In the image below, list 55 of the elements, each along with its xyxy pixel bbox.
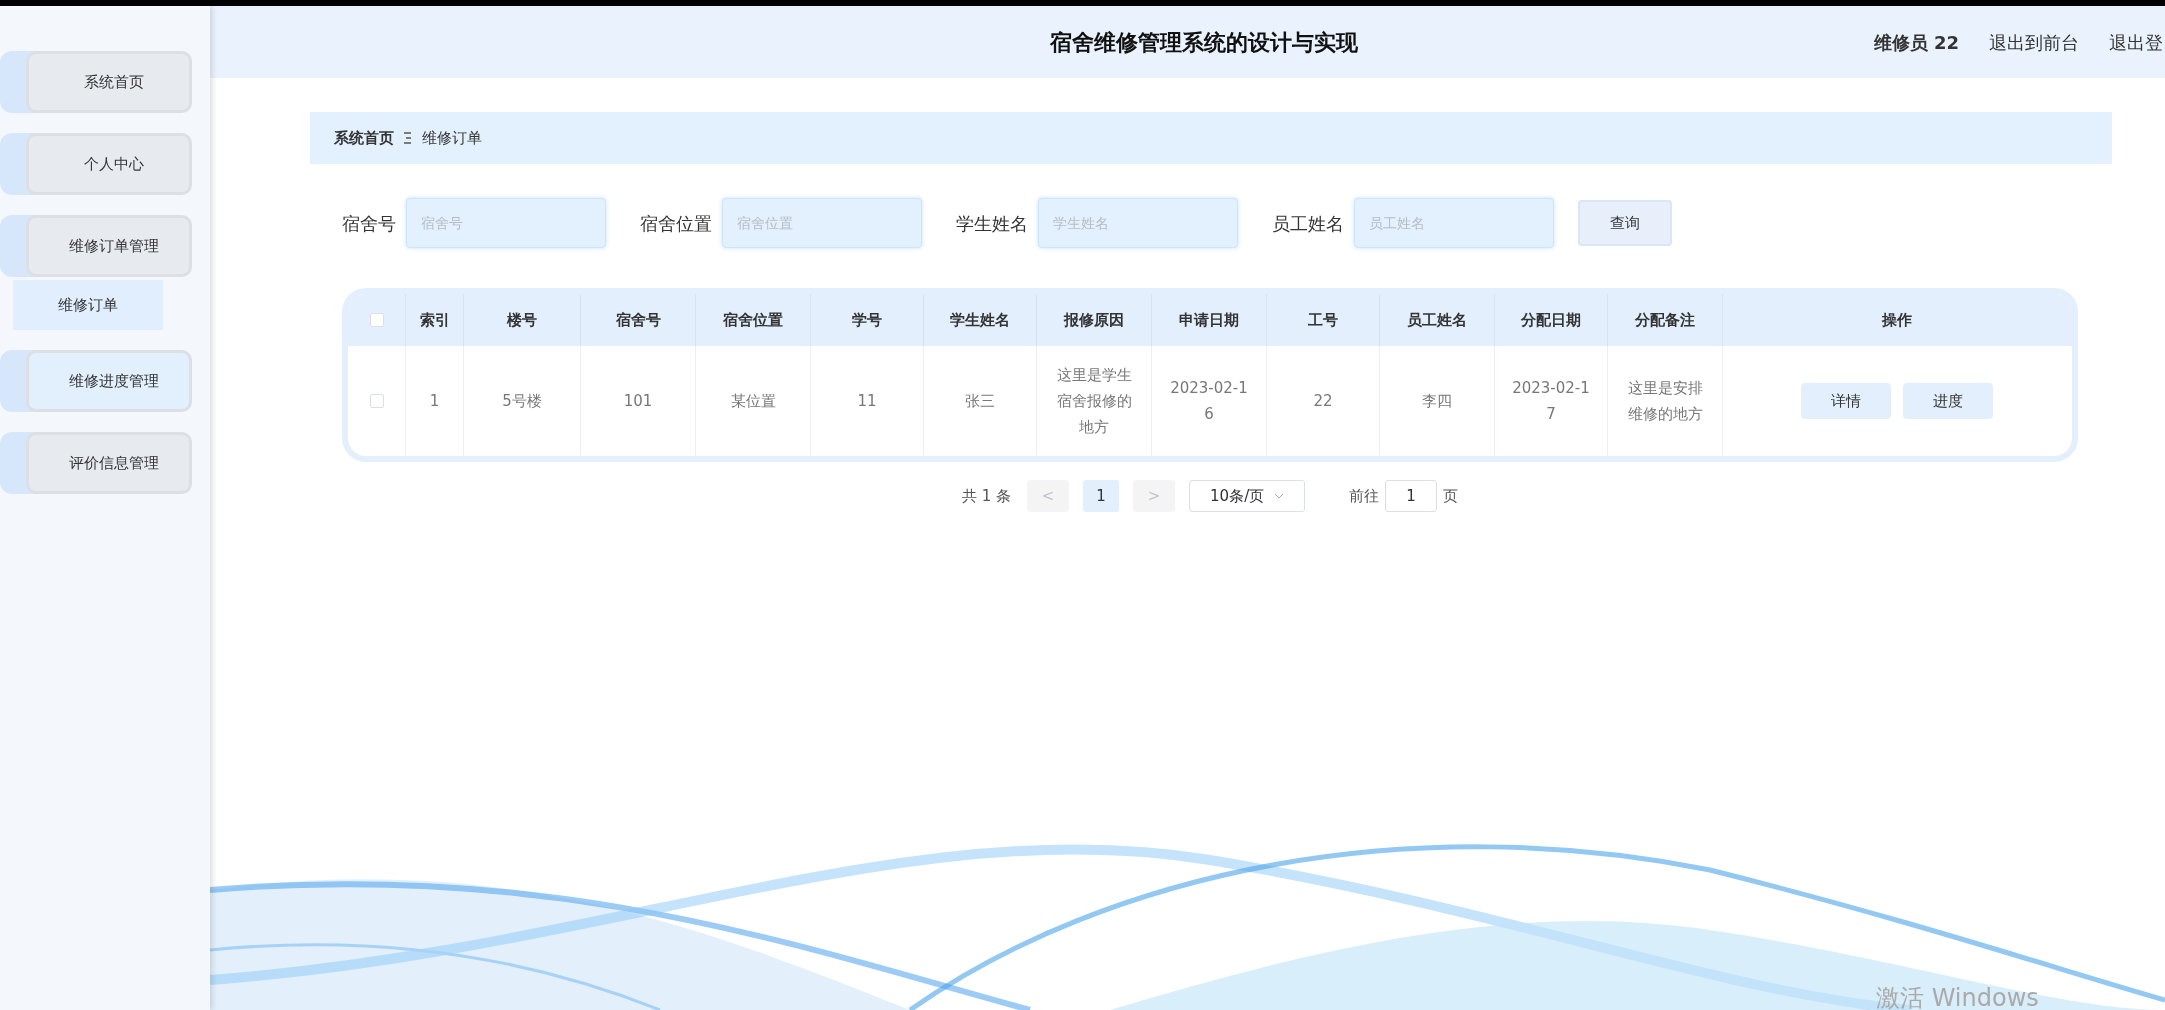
menu-item[interactable]: 系统首页 (26, 51, 192, 113)
column-header: 分配备注 (1607, 294, 1722, 346)
column-header: 操作 (1722, 294, 2070, 346)
column-header: 报修原因 (1036, 294, 1151, 346)
table-cell-text: 2023-02-17 (1511, 378, 1591, 425)
column-header: 分配日期 (1494, 294, 1607, 346)
separator-icon (404, 132, 412, 144)
field-label: 员工姓名 (1272, 211, 1344, 236)
activation-watermark: 激活 Windows (1876, 983, 2039, 1010)
user-name: 维修员 22 (1873, 30, 1959, 55)
column-header: 工号 (1266, 294, 1379, 346)
field-label: 宿舍号 (342, 211, 396, 236)
table-cell-text: 这里是安排维修的地方 (1626, 378, 1704, 425)
column-header: 学号 (810, 294, 923, 346)
column-header: 员工姓名 (1379, 294, 1494, 346)
column-header: 宿舍位置 (695, 294, 810, 346)
action-button[interactable]: 详情 (1800, 383, 1891, 419)
table-cell-text: 李四 (1422, 391, 1452, 412)
field-label: 学生姓名 (956, 211, 1028, 236)
table-cell-text: 22 (1313, 391, 1333, 412)
checkbox[interactable] (369, 394, 384, 408)
breadcrumb-link[interactable]: 系统首页 (334, 126, 394, 150)
page-button[interactable]: 1 (1083, 480, 1120, 512)
action-button[interactable]: 进度 (1902, 383, 1993, 419)
column-header: 索引 (405, 294, 463, 346)
table-cell-text: 2023-02-16 (1169, 378, 1249, 425)
table-cell-text: 某位置 (730, 391, 776, 412)
goto-page-field[interactable]: 1 (1385, 480, 1438, 512)
total-count: 共 1 条 (961, 485, 1012, 507)
table-cell-text: 11 (857, 391, 877, 412)
column-header: 学生姓名 (923, 294, 1036, 346)
header-link[interactable]: 退出到前台 (1989, 28, 2079, 56)
goto-label: 前往 (1349, 485, 1380, 507)
page-size-select[interactable]: 10条/页 (1189, 480, 1306, 512)
menu-item[interactable]: 维修进度管理 (26, 350, 192, 412)
menu-item[interactable]: 个人中心 (26, 133, 192, 195)
column-header: 申请日期 (1151, 294, 1266, 346)
submenu-item[interactable]: 维修订单 (13, 280, 163, 330)
chevron-down-icon (1274, 493, 1285, 499)
page-unit: 页 (1443, 485, 1459, 507)
column-header: 宿舍号 (580, 294, 695, 346)
query-button[interactable]: 查询 (1578, 200, 1672, 246)
table-cell-text: 这里是学生宿舍报修的地方 (1055, 365, 1133, 438)
column-header: 楼号 (463, 294, 580, 346)
table-cell-text: 张三 (965, 391, 995, 412)
menu-item[interactable]: 评价信息管理 (26, 432, 192, 494)
field-label: 宿舍位置 (640, 211, 712, 236)
table-cell-text: 5号楼 (502, 391, 542, 412)
table-cell-text: 1 (429, 391, 440, 412)
checkbox[interactable] (369, 313, 384, 327)
menu-item[interactable]: 维修订单管理 (26, 215, 192, 277)
table-cell-text: 101 (623, 391, 653, 412)
header-link[interactable]: 退出登 (2109, 28, 2163, 56)
system-title: 宿舍维修管理系统的设计与实现 (1050, 28, 1358, 57)
breadcrumb-link[interactable]: 维修订单 (422, 126, 482, 150)
